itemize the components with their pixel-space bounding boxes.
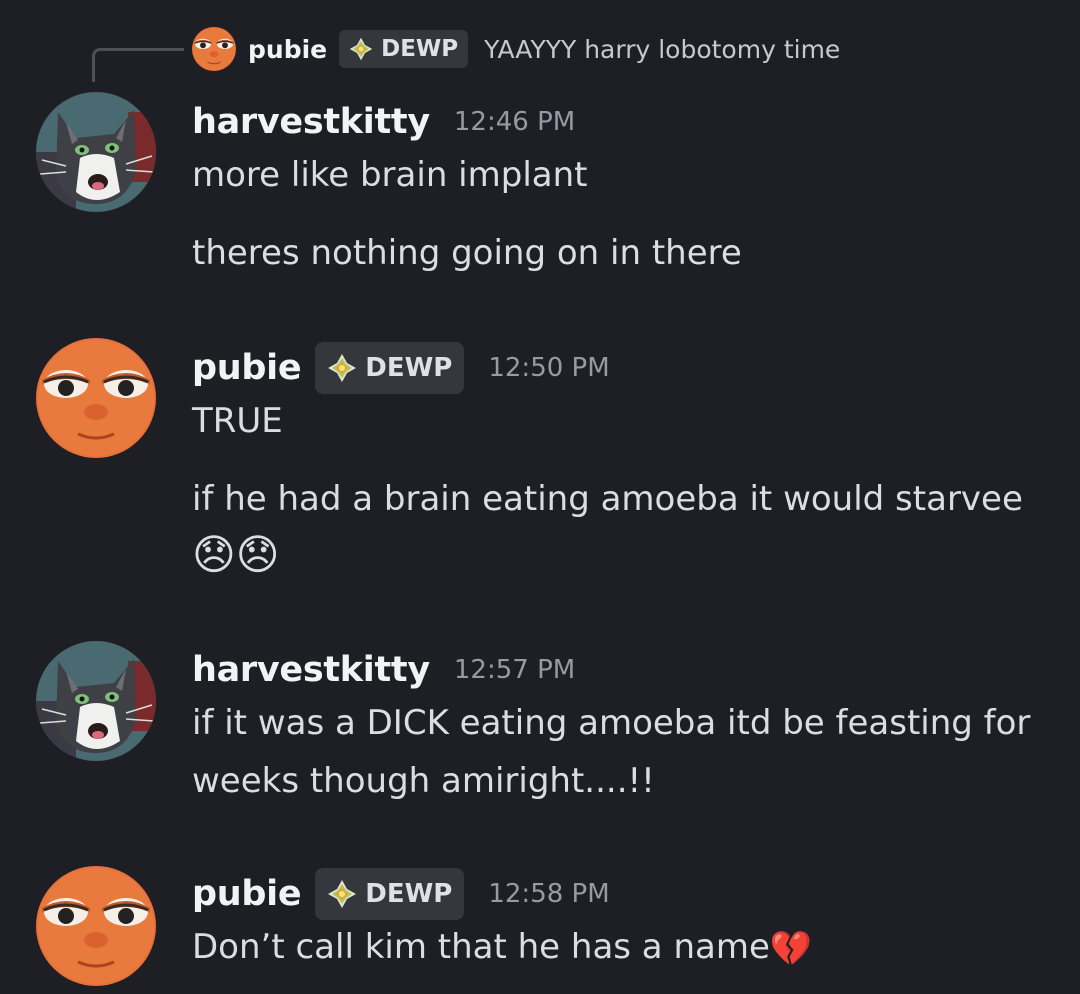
disappointed-face-emoji: 😞😞 — [192, 530, 280, 579]
timestamp: 12:50 PM — [488, 353, 610, 383]
reply-author-avatar[interactable] — [192, 27, 236, 71]
message-text: more like brain implant — [192, 155, 588, 195]
timestamp: 12:57 PM — [453, 655, 576, 685]
message-text: TRUE — [192, 401, 283, 441]
username[interactable]: pubie — [192, 348, 302, 388]
diamond-gem-icon — [349, 37, 373, 61]
message-text: if he had a brain eating amoeba it would… — [192, 479, 1023, 519]
tag-label: DEWP — [365, 353, 453, 383]
tag-label: DEWP — [365, 879, 453, 909]
message-header: pubie DEWP 12:58 PM — [192, 866, 610, 922]
avatar[interactable] — [36, 866, 156, 986]
message-header: harvestkitty 12:57 PM — [192, 642, 575, 698]
reply-text[interactable]: YAAYYY harry lobotomy time — [484, 35, 840, 64]
reply-tag-label: DEWP — [381, 36, 459, 62]
timestamp: 12:58 PM — [488, 879, 610, 909]
username[interactable]: harvestkitty — [192, 650, 430, 690]
message-header: harvestkitty 12:46 PM — [192, 94, 575, 150]
avatar[interactable] — [36, 641, 156, 761]
avatar[interactable] — [36, 92, 156, 212]
username[interactable]: pubie — [192, 874, 302, 914]
avatar[interactable] — [36, 338, 156, 458]
message-text: Don’t call kim that he has a name — [192, 927, 770, 967]
username[interactable]: harvestkitty — [192, 102, 430, 142]
message-text: theres nothing going on in there — [192, 233, 742, 273]
role-tag[interactable]: DEWP — [315, 342, 465, 394]
message-line: Don’t call kim that he has a name💔 — [192, 918, 812, 978]
diamond-gem-icon — [327, 879, 357, 909]
message-text: weeks though amiright....!! — [192, 761, 655, 801]
diamond-gem-icon — [327, 353, 357, 383]
reply-author-name[interactable]: pubie — [248, 35, 327, 64]
reply-connector-line — [92, 48, 184, 82]
broken-heart-emoji: 💔 — [769, 928, 813, 969]
reply-role-tag[interactable]: DEWP — [339, 30, 469, 68]
message-header: pubie DEWP 12:50 PM — [192, 340, 610, 396]
reply-preview[interactable]: pubie DEWP YAAYYY harry lobotomy time — [192, 26, 840, 72]
role-tag[interactable]: DEWP — [315, 868, 465, 920]
timestamp: 12:46 PM — [453, 107, 576, 137]
message-text: if it was a DICK eating amoeba itd be fe… — [192, 703, 1031, 743]
